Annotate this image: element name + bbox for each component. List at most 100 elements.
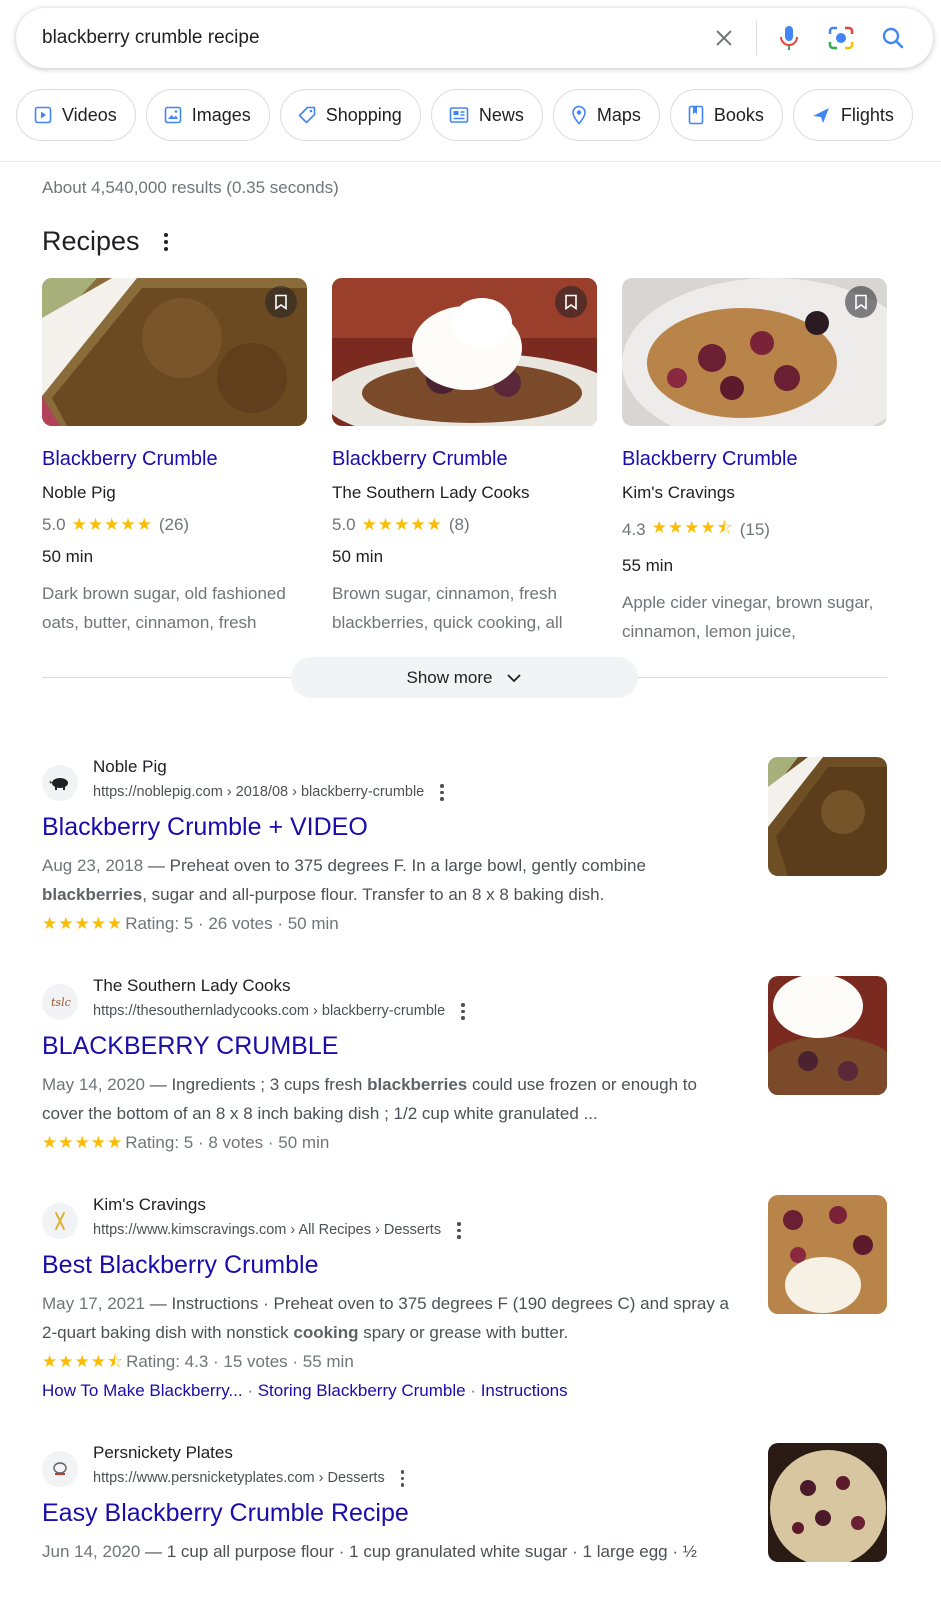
recipe-image[interactable] (42, 278, 307, 426)
clear-icon[interactable] (704, 18, 744, 58)
recipe-source: The Southern Lady Cooks (332, 483, 530, 502)
recipe-title[interactable]: Blackberry Crumble (332, 448, 597, 471)
camera-lens-icon[interactable] (821, 18, 861, 58)
star-rating-icon: ★★★★★ (71, 515, 153, 534)
chip-flights[interactable]: Flights (792, 89, 913, 141)
result-snippet: Aug 23, 2018 — Preheat oven to 375 degre… (42, 851, 742, 938)
rating-value: 5.0 (332, 515, 356, 534)
result-title-link[interactable]: BLACKBERRY CRUMBLE (42, 1032, 338, 1061)
recipe-card[interactable]: Blackberry Crumble Noble Pig 5.0 ★★★★★ (… (42, 278, 307, 637)
recipe-card[interactable]: Blackberry Crumble The Southern Lady Coo… (332, 278, 597, 637)
star-rating-icon: ★★★★★ (42, 1133, 124, 1152)
search-result: Persnickety Plates https://www.persnicke… (42, 1443, 742, 1600)
recipe-ingredients: Dark brown sugar, old fashioned oats, bu… (42, 584, 286, 632)
more-options-icon[interactable] (461, 1003, 465, 1020)
search-input[interactable]: blackberry crumble recipe (42, 27, 692, 49)
result-meta: ★★★★★ Rating: 5 · 8 votes · 50 min (42, 1128, 742, 1157)
site-favicon-whisk-icon (42, 1203, 78, 1239)
more-options-icon[interactable] (440, 784, 444, 801)
recipe-image[interactable] (332, 278, 597, 426)
result-url-text: https://thesouthernladycooks.com › black… (93, 1003, 446, 1020)
filter-chips: Videos Images Shopping News Maps Books F… (16, 89, 913, 141)
snippet-text: — Preheat oven to 375 degrees F. In a la… (143, 856, 646, 875)
chip-images[interactable]: Images (145, 89, 270, 141)
result-date: Aug 23, 2018 (42, 856, 144, 875)
chip-news[interactable]: News (430, 89, 543, 141)
sitelink-how-to-make[interactable]: How To Make Blackberry... (42, 1381, 243, 1400)
recipe-time: 55 min (622, 556, 674, 575)
show-more-button[interactable]: Show more (291, 657, 638, 698)
recipe-title[interactable]: Blackberry Crumble (42, 448, 307, 471)
search-divider (756, 21, 757, 55)
recipe-source: Kim's Cravings (622, 483, 735, 502)
show-more-label: Show more (406, 667, 493, 687)
sitelink-separator: · (242, 1381, 258, 1400)
microphone-icon[interactable] (769, 18, 809, 58)
result-thumbnail[interactable] (768, 757, 887, 876)
result-meta-text: Rating: 4.3 · 15 votes · 55 min (126, 1352, 354, 1371)
result-snippet: May 17, 2021 — Instructions · Preheat ov… (42, 1289, 742, 1405)
result-title-link[interactable]: Best Blackberry Crumble (42, 1251, 318, 1280)
chip-maps[interactable]: Maps (552, 89, 660, 141)
bookmark-icon[interactable] (555, 286, 587, 318)
search-bar[interactable]: blackberry crumble recipe (16, 8, 933, 68)
result-url[interactable]: https://noblepig.com › 2018/08 › blackbe… (93, 784, 444, 801)
more-options-icon[interactable] (163, 232, 168, 251)
result-sitelinks: How To Make Blackberry... · Storing Blac… (42, 1376, 742, 1405)
result-url-text: https://www.kimscravings.com › All Recip… (93, 1222, 442, 1239)
rating-count: (15) (739, 519, 770, 539)
recipes-heading-text: Recipes (42, 226, 140, 256)
result-thumbnail[interactable] (768, 1195, 887, 1314)
snippet-bold: blackberries (367, 1075, 468, 1094)
site-favicon-whisk-icon (42, 1451, 78, 1487)
video-icon (34, 106, 52, 124)
more-options-icon[interactable] (457, 1222, 461, 1239)
recipe-card[interactable]: Blackberry Crumble Kim's Cravings 4.3 ★★… (622, 278, 887, 646)
result-title-link[interactable]: Easy Blackberry Crumble Recipe (42, 1499, 409, 1528)
result-url[interactable]: https://thesouthernladycooks.com › black… (93, 1003, 465, 1020)
result-title-link[interactable]: Blackberry Crumble + VIDEO (42, 813, 368, 842)
bookmark-icon[interactable] (845, 286, 877, 318)
search-result: Kim's Cravings https://www.kimscravings.… (42, 1195, 742, 1405)
snippet-text: spary or grease with butter. (358, 1323, 569, 1342)
book-icon (688, 105, 704, 125)
chip-label: Images (191, 104, 251, 125)
more-options-icon[interactable] (400, 1470, 405, 1487)
result-url-text: https://www.persnicketyplates.com › Dess… (93, 1470, 385, 1487)
result-site-name: Kim's Cravings (93, 1195, 206, 1214)
chip-label: Flights (840, 104, 894, 125)
image-icon (164, 106, 182, 124)
sitelink-storing[interactable]: Storing Blackberry Crumble (258, 1381, 466, 1400)
rating-count: (26) (158, 515, 190, 534)
result-thumbnail[interactable] (768, 976, 887, 1095)
recipe-rating: 5.0 ★★★★★ (8) (332, 515, 597, 535)
result-snippet: May 14, 2020 — Ingredients ; 3 cups fres… (42, 1070, 742, 1157)
chip-label: Videos (62, 104, 117, 125)
search-result: tslc The Southern Lady Cooks https://the… (42, 976, 742, 1156)
recipe-title[interactable]: Blackberry Crumble (622, 448, 887, 471)
bookmark-icon[interactable] (265, 286, 297, 318)
search-icon[interactable] (873, 18, 913, 58)
snippet-bold: blackberries (42, 885, 143, 904)
recipe-ingredients: Brown sugar, cinnamon, fresh blackberrie… (332, 584, 563, 632)
star-rating-icon: ★★★★★ (42, 914, 124, 933)
result-stats: About 4,540,000 results (0.35 seconds) (42, 178, 339, 197)
site-favicon-tslc-icon: tslc (42, 984, 78, 1020)
chip-shopping[interactable]: Shopping (279, 89, 421, 141)
result-url[interactable]: https://www.kimscravings.com › All Recip… (93, 1222, 461, 1239)
recipe-ingredients: Apple cider vinegar, brown sugar, cinnam… (622, 593, 874, 641)
chip-label: Maps (596, 104, 641, 125)
result-url[interactable]: https://www.persnicketyplates.com › Dess… (93, 1470, 405, 1487)
site-favicon-pig-icon (42, 765, 78, 801)
sitelink-instructions[interactable]: Instructions (481, 1381, 568, 1400)
chip-videos[interactable]: Videos (16, 89, 136, 141)
result-meta-text: Rating: 5 · 8 votes · 50 min (125, 1133, 330, 1152)
recipe-image[interactable] (622, 278, 887, 426)
chip-books[interactable]: Books (669, 89, 783, 141)
result-date: May 17, 2021 (42, 1294, 146, 1313)
recipe-time: 50 min (42, 547, 94, 566)
result-thumbnail[interactable] (768, 1443, 887, 1562)
recipes-heading: Recipes (42, 226, 168, 257)
chip-label: Books (713, 104, 764, 125)
rating-value: 5.0 (42, 515, 66, 534)
